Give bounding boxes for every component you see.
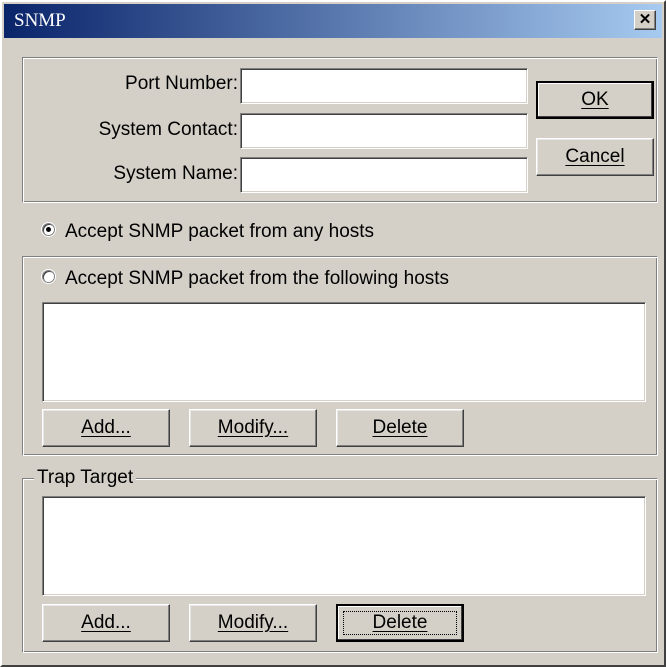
system-name-label: System Name: — [113, 163, 238, 184]
following-hosts-radio[interactable] — [42, 270, 55, 284]
hosts-delete-button[interactable]: Delete — [336, 409, 464, 447]
trap-delete-button[interactable]: Delete — [336, 604, 464, 642]
hosts-delete-label: Delete — [372, 417, 428, 438]
hosts-modify-button[interactable]: Modify... — [189, 409, 317, 447]
ok-button[interactable]: OK — [536, 81, 654, 119]
trap-target-listbox[interactable] — [42, 496, 646, 596]
trap-add-button[interactable]: Add... — [42, 604, 170, 642]
system-contact-input[interactable] — [240, 113, 528, 149]
following-hosts-option[interactable]: Accept SNMP packet from the following ho… — [42, 268, 449, 290]
ok-button-label: OK — [581, 89, 609, 110]
any-hosts-radio[interactable] — [42, 223, 55, 237]
trap-add-label: Add... — [81, 612, 131, 633]
window-title: SNMP — [14, 10, 66, 31]
port-number-label: Port Number: — [125, 73, 238, 94]
trap-modify-button[interactable]: Modify... — [189, 604, 317, 642]
cancel-button[interactable]: Cancel — [536, 138, 654, 176]
hosts-add-label: Add... — [81, 417, 131, 438]
any-hosts-label: Accept SNMP packet from any hosts — [65, 221, 375, 242]
any-hosts-option[interactable]: Accept SNMP packet from any hosts — [42, 221, 374, 243]
port-number-input[interactable] — [240, 68, 528, 104]
focus-ring — [343, 611, 457, 635]
cancel-button-label: Cancel — [565, 146, 625, 167]
hosts-modify-label: Modify... — [217, 417, 289, 438]
hosts-add-button[interactable]: Add... — [42, 409, 170, 447]
close-button[interactable]: ✕ — [634, 10, 656, 30]
following-hosts-label: Accept SNMP packet from the following ho… — [65, 268, 450, 289]
snmp-dialog: SNMP ✕ Port Number: System Contact: Syst… — [0, 0, 666, 667]
hosts-listbox[interactable] — [42, 302, 646, 402]
title-bar[interactable]: SNMP ✕ — [4, 4, 662, 38]
system-contact-label: System Contact: — [98, 119, 238, 140]
trap-target-legend: Trap Target — [34, 467, 137, 489]
trap-modify-label: Modify... — [217, 612, 289, 633]
close-icon: ✕ — [638, 11, 652, 28]
system-name-input[interactable] — [240, 157, 528, 193]
